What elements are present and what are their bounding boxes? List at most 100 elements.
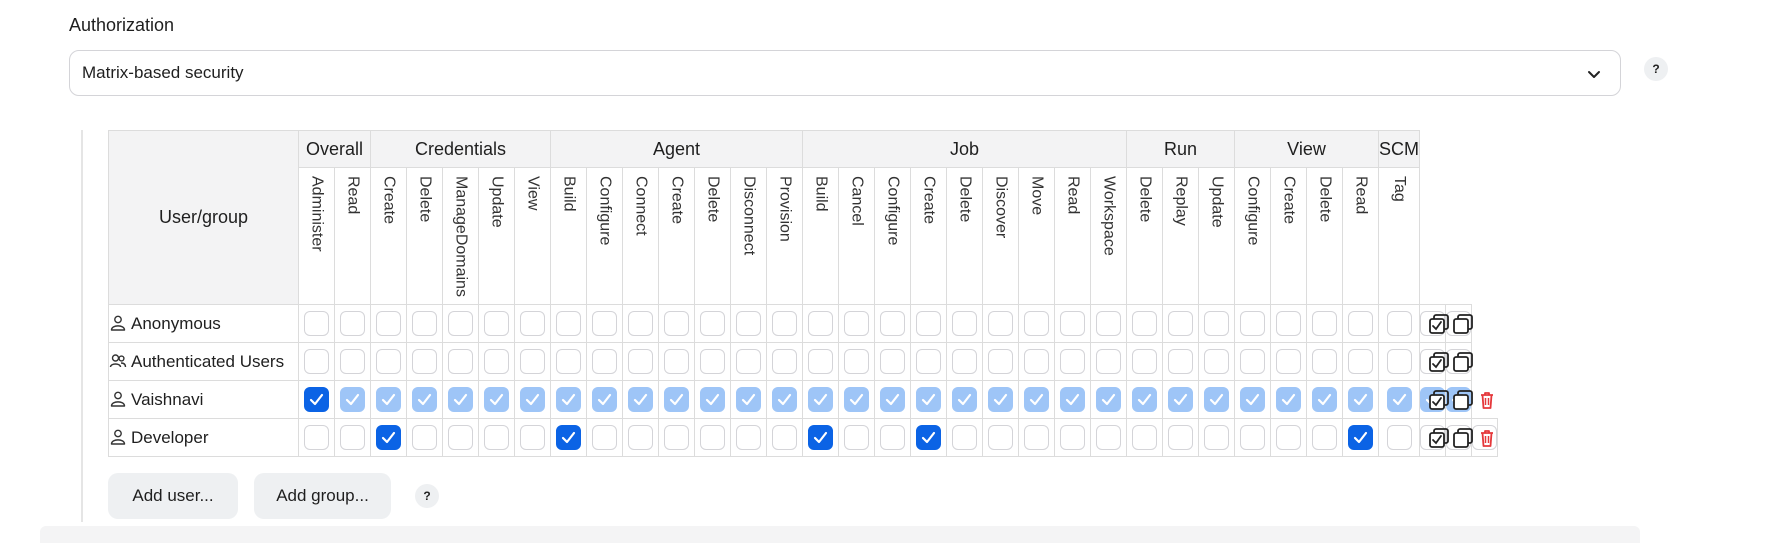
select-all-icon[interactable] — [1428, 351, 1450, 373]
permission-checkbox-unchecked[interactable] — [1312, 311, 1337, 336]
permission-checkbox-unchecked[interactable] — [952, 425, 977, 450]
permission-checkbox-unchecked[interactable] — [1240, 311, 1265, 336]
delete-icon[interactable] — [1476, 427, 1498, 449]
permission-checkbox-unchecked[interactable] — [988, 311, 1013, 336]
unselect-all-icon[interactable] — [1452, 427, 1474, 449]
permission-checkbox-unchecked[interactable] — [1240, 349, 1265, 374]
permission-checkbox-implied-checked[interactable] — [772, 387, 797, 412]
permission-checkbox-implied-checked[interactable] — [556, 387, 581, 412]
permission-checkbox-unchecked[interactable] — [1168, 349, 1193, 374]
permission-checkbox-implied-checked[interactable] — [664, 387, 689, 412]
permission-checkbox-unchecked[interactable] — [664, 425, 689, 450]
permission-checkbox-implied-checked[interactable] — [412, 387, 437, 412]
permission-checkbox-unchecked[interactable] — [340, 311, 365, 336]
permission-checkbox-implied-checked[interactable] — [1168, 387, 1193, 412]
permission-checkbox-unchecked[interactable] — [700, 349, 725, 374]
permission-checkbox-unchecked[interactable] — [844, 349, 869, 374]
permission-checkbox-unchecked[interactable] — [1240, 425, 1265, 450]
permission-checkbox-unchecked[interactable] — [1096, 349, 1121, 374]
permission-checkbox-unchecked[interactable] — [592, 349, 617, 374]
permission-checkbox-unchecked[interactable] — [1168, 425, 1193, 450]
permission-checkbox-unchecked[interactable] — [1024, 349, 1049, 374]
permission-checkbox-unchecked[interactable] — [736, 311, 761, 336]
authorization-help-icon[interactable]: ? — [1644, 57, 1668, 81]
permission-checkbox-unchecked[interactable] — [772, 349, 797, 374]
permission-checkbox-unchecked[interactable] — [1348, 311, 1373, 336]
permission-checkbox-unchecked[interactable] — [1096, 311, 1121, 336]
permission-checkbox-checked[interactable] — [304, 387, 329, 412]
permission-checkbox-unchecked[interactable] — [1386, 425, 1412, 450]
permission-checkbox-unchecked[interactable] — [484, 349, 509, 374]
permission-checkbox-unchecked[interactable] — [1312, 425, 1337, 450]
permission-checkbox-unchecked[interactable] — [340, 425, 365, 450]
unselect-all-icon[interactable] — [1452, 313, 1474, 335]
permission-checkbox-implied-checked[interactable] — [1240, 387, 1265, 412]
permission-checkbox-unchecked[interactable] — [880, 349, 905, 374]
permission-checkbox-checked[interactable] — [808, 425, 833, 450]
permission-checkbox-unchecked[interactable] — [1204, 425, 1229, 450]
permission-checkbox-unchecked[interactable] — [1348, 349, 1373, 374]
permission-checkbox-unchecked[interactable] — [376, 311, 401, 336]
permission-checkbox-unchecked[interactable] — [736, 349, 761, 374]
permission-checkbox-unchecked[interactable] — [664, 311, 689, 336]
permission-checkbox-unchecked[interactable] — [736, 425, 761, 450]
permission-checkbox-unchecked[interactable] — [1024, 425, 1049, 450]
permission-checkbox-implied-checked[interactable] — [1132, 387, 1157, 412]
permission-checkbox-unchecked[interactable] — [1276, 311, 1301, 336]
permission-checkbox-implied-checked[interactable] — [1276, 387, 1301, 412]
permission-checkbox-implied-checked[interactable] — [376, 387, 401, 412]
permission-checkbox-unchecked[interactable] — [556, 311, 581, 336]
permission-checkbox-unchecked[interactable] — [844, 425, 869, 450]
permission-checkbox-implied-checked[interactable] — [1096, 387, 1121, 412]
permission-checkbox-unchecked[interactable] — [1386, 311, 1412, 336]
permission-checkbox-unchecked[interactable] — [1060, 349, 1085, 374]
permission-checkbox-implied-checked[interactable] — [736, 387, 761, 412]
select-all-icon[interactable] — [1428, 389, 1450, 411]
permission-checkbox-unchecked[interactable] — [340, 349, 365, 374]
permission-checkbox-unchecked[interactable] — [880, 425, 905, 450]
permission-checkbox-unchecked[interactable] — [1132, 311, 1157, 336]
permission-checkbox-unchecked[interactable] — [556, 349, 581, 374]
permission-checkbox-implied-checked[interactable] — [1312, 387, 1337, 412]
permission-checkbox-checked[interactable] — [376, 425, 401, 450]
permission-checkbox-unchecked[interactable] — [448, 311, 473, 336]
permission-checkbox-unchecked[interactable] — [952, 349, 977, 374]
unselect-all-icon[interactable] — [1452, 351, 1474, 373]
permission-checkbox-unchecked[interactable] — [448, 349, 473, 374]
permission-checkbox-unchecked[interactable] — [772, 425, 797, 450]
permission-checkbox-implied-checked[interactable] — [628, 387, 653, 412]
permission-checkbox-unchecked[interactable] — [700, 311, 725, 336]
permission-checkbox-unchecked[interactable] — [376, 349, 401, 374]
permission-checkbox-unchecked[interactable] — [988, 425, 1013, 450]
permission-checkbox-unchecked[interactable] — [772, 311, 797, 336]
permission-checkbox-unchecked[interactable] — [412, 349, 437, 374]
permission-checkbox-unchecked[interactable] — [1060, 311, 1085, 336]
permission-checkbox-unchecked[interactable] — [484, 425, 509, 450]
permission-checkbox-implied-checked[interactable] — [988, 387, 1013, 412]
permission-checkbox-unchecked[interactable] — [592, 311, 617, 336]
permission-checkbox-unchecked[interactable] — [304, 425, 329, 450]
permission-checkbox-unchecked[interactable] — [592, 425, 617, 450]
permission-checkbox-unchecked[interactable] — [1132, 425, 1157, 450]
permission-checkbox-implied-checked[interactable] — [484, 387, 509, 412]
permission-checkbox-unchecked[interactable] — [304, 349, 329, 374]
permission-checkbox-unchecked[interactable] — [1276, 349, 1301, 374]
permission-checkbox-unchecked[interactable] — [520, 311, 545, 336]
permission-checkbox-implied-checked[interactable] — [520, 387, 545, 412]
permission-checkbox-implied-checked[interactable] — [1204, 387, 1229, 412]
permission-checkbox-unchecked[interactable] — [1132, 349, 1157, 374]
permission-checkbox-unchecked[interactable] — [700, 425, 725, 450]
add-group-button[interactable]: Add group... — [254, 473, 391, 519]
permission-checkbox-unchecked[interactable] — [988, 349, 1013, 374]
permission-checkbox-implied-checked[interactable] — [700, 387, 725, 412]
permission-checkbox-implied-checked[interactable] — [880, 387, 905, 412]
permission-checkbox-unchecked[interactable] — [520, 349, 545, 374]
permission-checkbox-unchecked[interactable] — [1024, 311, 1049, 336]
permission-checkbox-checked[interactable] — [1348, 425, 1373, 450]
permission-checkbox-unchecked[interactable] — [844, 311, 869, 336]
permission-checkbox-unchecked[interactable] — [628, 311, 653, 336]
add-user-button[interactable]: Add user... — [108, 473, 238, 519]
matrix-help-icon[interactable]: ? — [415, 484, 439, 508]
permission-checkbox-implied-checked[interactable] — [916, 387, 941, 412]
permission-checkbox-unchecked[interactable] — [1204, 311, 1229, 336]
